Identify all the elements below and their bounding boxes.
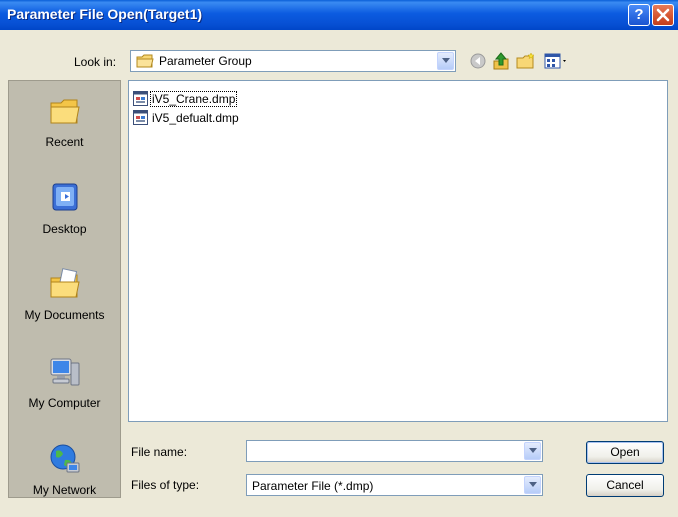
place-desktop[interactable]: Desktop [9, 170, 120, 256]
folder-icon [136, 54, 154, 68]
place-my-network[interactable]: My Network [9, 431, 120, 517]
place-recent[interactable]: Recent [9, 83, 120, 169]
file-name-label: File name: [131, 445, 188, 459]
back-icon[interactable] [470, 53, 486, 69]
places-bar: Recent Desktop My Documents My Computer [8, 80, 121, 498]
place-label: My Network [32, 483, 97, 497]
place-label: My Computer [28, 396, 101, 410]
look-in-dropdown[interactable]: Parameter Group [130, 50, 456, 72]
window-title: Parameter File Open(Target1) [7, 6, 203, 22]
place-my-computer[interactable]: My Computer [9, 344, 120, 430]
place-label: Desktop [42, 222, 87, 236]
file-list[interactable]: iV5_Crane.dmp iV5_defualt.dmp [128, 80, 668, 422]
chevron-down-icon [529, 448, 537, 453]
my-documents-icon [50, 268, 80, 298]
desktop-icon [52, 183, 78, 211]
file-name: iV5_Crane.dmp [149, 91, 238, 107]
file-type-dropdown[interactable]: Parameter File (*.dmp) [246, 474, 543, 496]
place-label: My Documents [24, 308, 105, 322]
new-folder-icon[interactable] [516, 52, 536, 70]
chevron-down-icon [442, 58, 450, 63]
recent-icon [50, 99, 80, 124]
up-folder-icon[interactable] [492, 51, 510, 71]
my-computer-icon [50, 358, 80, 386]
title-bar[interactable]: Parameter File Open(Target1) ? [0, 0, 678, 30]
file-name-input[interactable] [246, 440, 543, 462]
place-label: Recent [45, 135, 84, 149]
file-name-dropdown-arrow[interactable] [524, 442, 541, 460]
file-type-value: Parameter File (*.dmp) [252, 479, 374, 493]
look-in-label: Look in: [74, 55, 117, 69]
open-button[interactable]: Open [586, 441, 664, 464]
file-name: iV5_defualt.dmp [152, 111, 239, 125]
close-button[interactable] [652, 4, 674, 26]
file-type-dropdown-arrow[interactable] [524, 476, 541, 494]
look-in-dropdown-arrow[interactable] [437, 52, 454, 70]
file-type-label: Files of type: [131, 478, 200, 492]
close-icon [656, 8, 670, 22]
look-in-value: Parameter Group [159, 54, 252, 68]
my-network-icon [50, 444, 80, 473]
cancel-button[interactable]: Cancel [586, 474, 664, 497]
place-my-documents[interactable]: My Documents [9, 256, 120, 342]
help-button[interactable]: ? [628, 4, 650, 26]
dmp-file-icon [133, 91, 148, 106]
view-menu-icon[interactable] [544, 53, 570, 69]
chevron-down-icon [529, 482, 537, 487]
dmp-file-icon [133, 110, 148, 125]
